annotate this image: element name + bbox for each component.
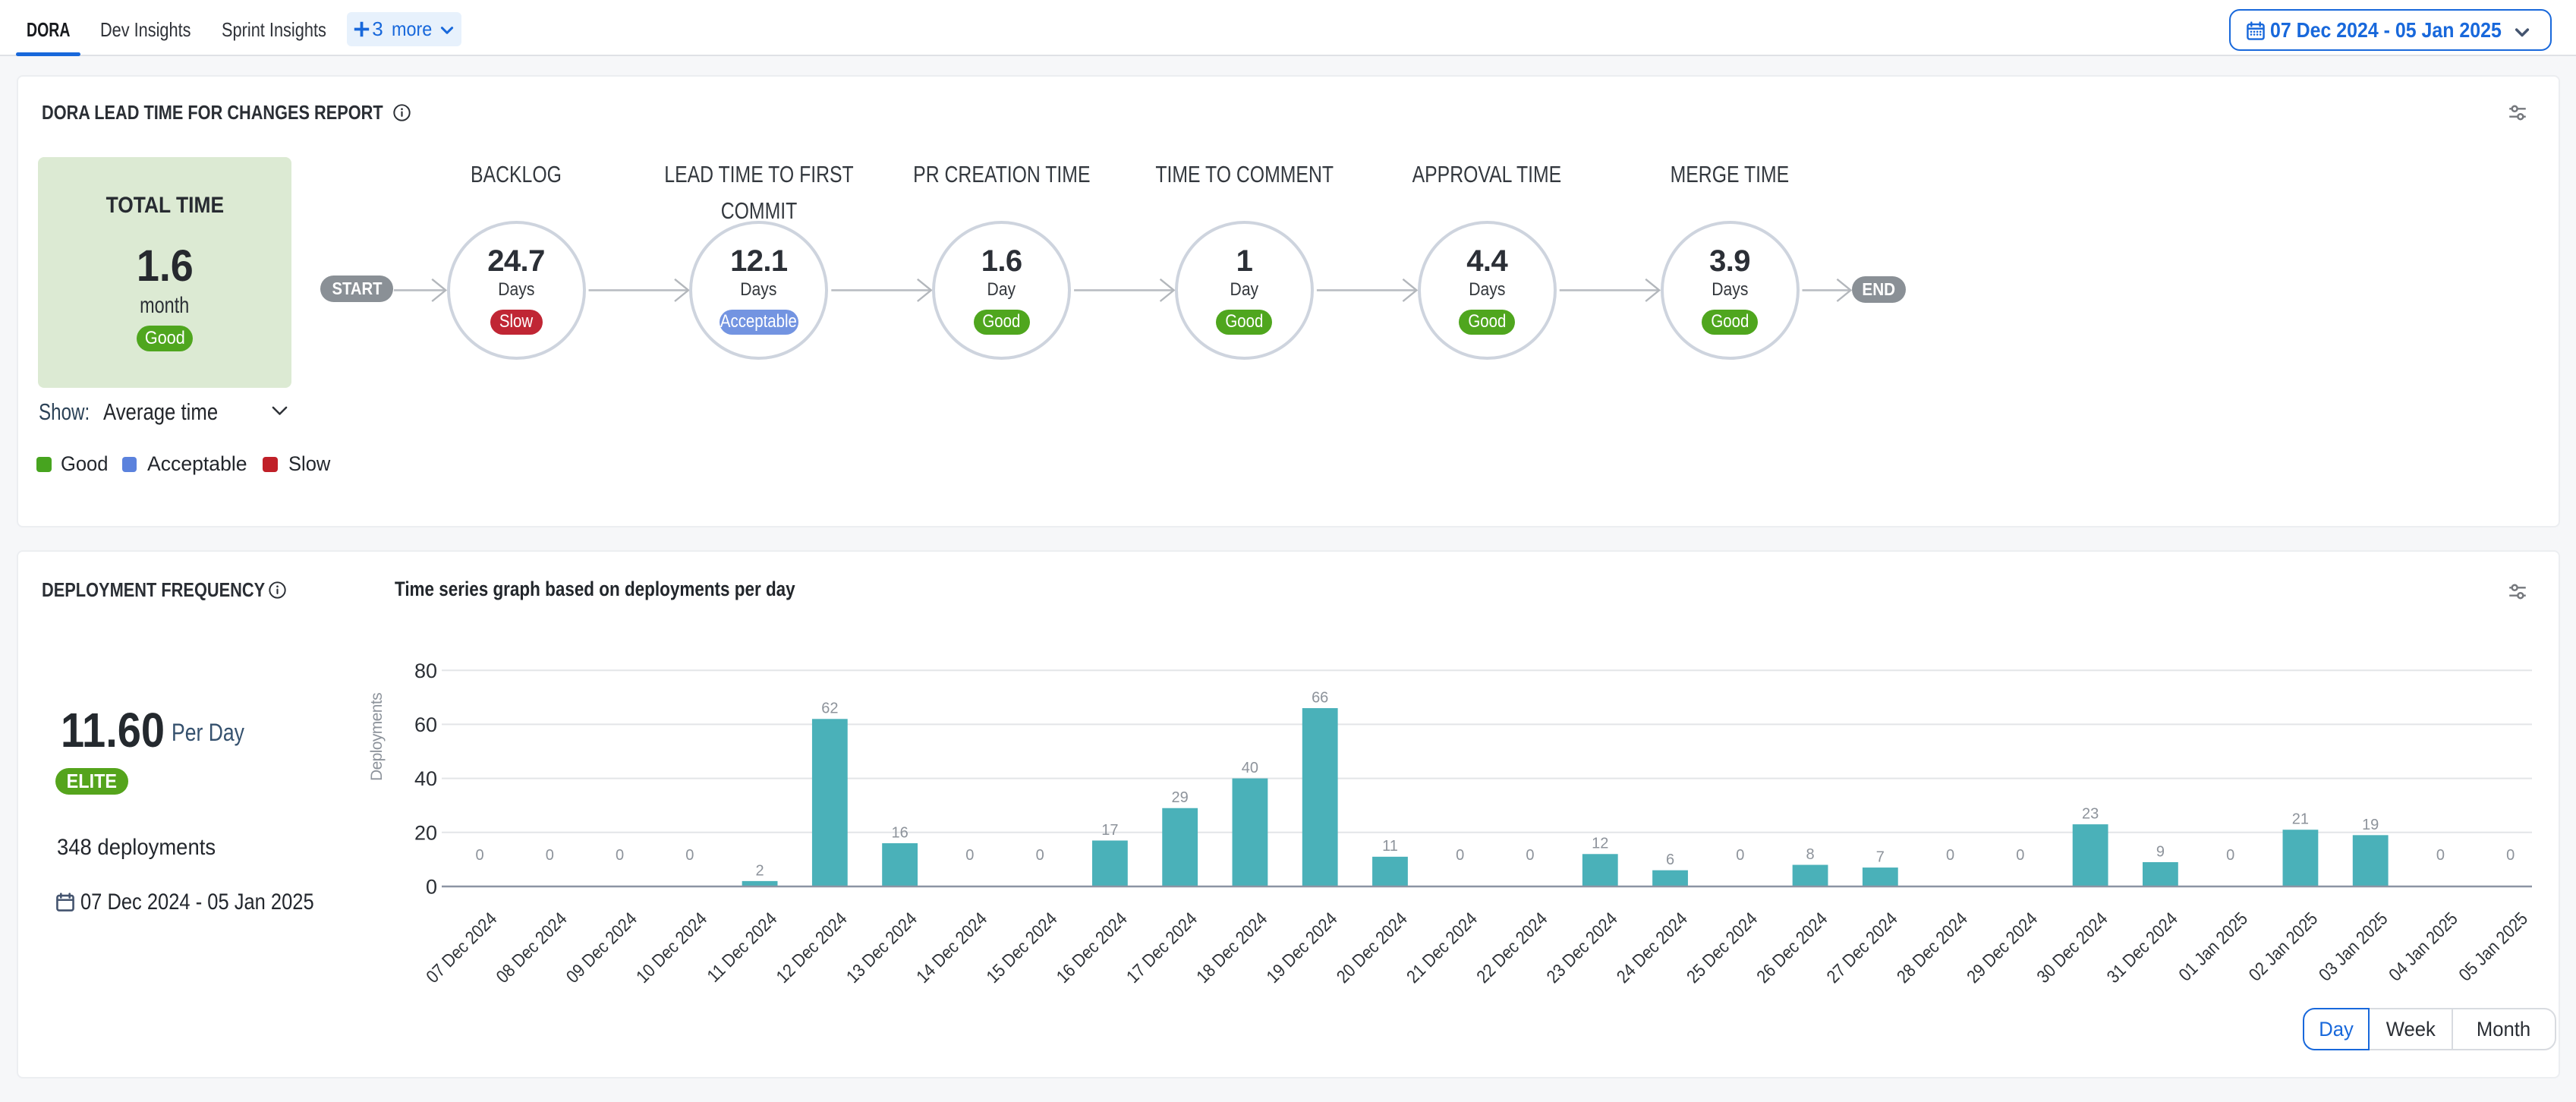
svg-text:6: 6 bbox=[1666, 852, 1674, 868]
svg-text:0: 0 bbox=[1946, 847, 1954, 864]
svg-text:30 Dec 2024: 30 Dec 2024 bbox=[2033, 908, 2111, 987]
svg-text:80: 80 bbox=[414, 660, 437, 682]
svg-text:8: 8 bbox=[1806, 846, 1815, 863]
svg-text:23: 23 bbox=[2082, 806, 2099, 823]
svg-text:0: 0 bbox=[685, 847, 694, 864]
svg-text:0: 0 bbox=[616, 847, 624, 864]
svg-text:08 Dec 2024: 08 Dec 2024 bbox=[493, 908, 571, 987]
svg-text:0: 0 bbox=[1036, 847, 1044, 864]
svg-text:17: 17 bbox=[1101, 822, 1118, 839]
svg-text:04 Jan 2025: 04 Jan 2025 bbox=[2385, 908, 2461, 985]
svg-text:29: 29 bbox=[1172, 789, 1189, 806]
svg-text:0: 0 bbox=[1456, 847, 1464, 864]
svg-text:0: 0 bbox=[2016, 847, 2024, 864]
svg-text:07 Dec 2024: 07 Dec 2024 bbox=[422, 908, 500, 987]
svg-text:15 Dec 2024: 15 Dec 2024 bbox=[982, 908, 1060, 987]
svg-text:03 Jan 2025: 03 Jan 2025 bbox=[2315, 908, 2392, 985]
svg-text:9: 9 bbox=[2156, 843, 2165, 860]
svg-text:01 Jan 2025: 01 Jan 2025 bbox=[2174, 908, 2251, 985]
svg-text:27 Dec 2024: 27 Dec 2024 bbox=[1823, 908, 1901, 987]
svg-text:29 Dec 2024: 29 Dec 2024 bbox=[1963, 908, 2041, 987]
svg-text:20: 20 bbox=[414, 821, 437, 844]
svg-text:26 Dec 2024: 26 Dec 2024 bbox=[1752, 908, 1831, 987]
svg-text:09 Dec 2024: 09 Dec 2024 bbox=[562, 908, 641, 987]
svg-text:0: 0 bbox=[475, 847, 483, 864]
svg-text:0: 0 bbox=[1736, 847, 1744, 864]
svg-text:11 Dec 2024: 11 Dec 2024 bbox=[704, 908, 781, 986]
svg-text:22 Dec 2024: 22 Dec 2024 bbox=[1472, 908, 1551, 987]
svg-text:21: 21 bbox=[2292, 811, 2309, 828]
svg-text:12 Dec 2024: 12 Dec 2024 bbox=[773, 908, 851, 987]
svg-text:0: 0 bbox=[1526, 847, 1534, 864]
svg-text:16: 16 bbox=[891, 824, 908, 841]
svg-text:14 Dec 2024: 14 Dec 2024 bbox=[912, 908, 990, 987]
svg-text:17 Dec 2024: 17 Dec 2024 bbox=[1123, 908, 1201, 987]
svg-text:31 Dec 2024: 31 Dec 2024 bbox=[2103, 908, 2181, 987]
svg-text:40: 40 bbox=[414, 767, 437, 790]
svg-text:23 Dec 2024: 23 Dec 2024 bbox=[1543, 908, 1621, 987]
svg-text:7: 7 bbox=[1876, 849, 1885, 865]
svg-text:19: 19 bbox=[2362, 817, 2379, 833]
svg-text:12: 12 bbox=[1592, 836, 1608, 852]
svg-text:24 Dec 2024: 24 Dec 2024 bbox=[1613, 908, 1691, 987]
svg-text:0: 0 bbox=[426, 876, 437, 899]
svg-text:28 Dec 2024: 28 Dec 2024 bbox=[1893, 908, 1971, 987]
svg-text:66: 66 bbox=[1312, 689, 1328, 706]
svg-text:11: 11 bbox=[1382, 838, 1398, 855]
svg-text:18 Dec 2024: 18 Dec 2024 bbox=[1192, 908, 1271, 987]
svg-text:13 Dec 2024: 13 Dec 2024 bbox=[842, 908, 921, 987]
svg-text:Deployments: Deployments bbox=[368, 693, 386, 781]
svg-text:05 Jan 2025: 05 Jan 2025 bbox=[2455, 908, 2532, 985]
svg-text:62: 62 bbox=[821, 701, 838, 717]
svg-text:16 Dec 2024: 16 Dec 2024 bbox=[1053, 908, 1131, 987]
svg-text:25 Dec 2024: 25 Dec 2024 bbox=[1683, 908, 1761, 987]
svg-text:19 Dec 2024: 19 Dec 2024 bbox=[1263, 908, 1341, 987]
svg-text:0: 0 bbox=[965, 847, 974, 864]
svg-text:40: 40 bbox=[1242, 760, 1258, 776]
svg-text:0: 0 bbox=[2506, 847, 2515, 864]
svg-text:21 Dec 2024: 21 Dec 2024 bbox=[1403, 908, 1481, 987]
svg-text:0: 0 bbox=[2436, 847, 2445, 864]
svg-text:2: 2 bbox=[756, 862, 764, 879]
svg-text:0: 0 bbox=[2226, 847, 2234, 864]
svg-text:02 Jan 2025: 02 Jan 2025 bbox=[2245, 908, 2322, 985]
svg-text:20 Dec 2024: 20 Dec 2024 bbox=[1333, 908, 1411, 987]
svg-text:10 Dec 2024: 10 Dec 2024 bbox=[632, 908, 710, 987]
svg-text:0: 0 bbox=[546, 847, 554, 864]
svg-text:60: 60 bbox=[414, 713, 437, 736]
